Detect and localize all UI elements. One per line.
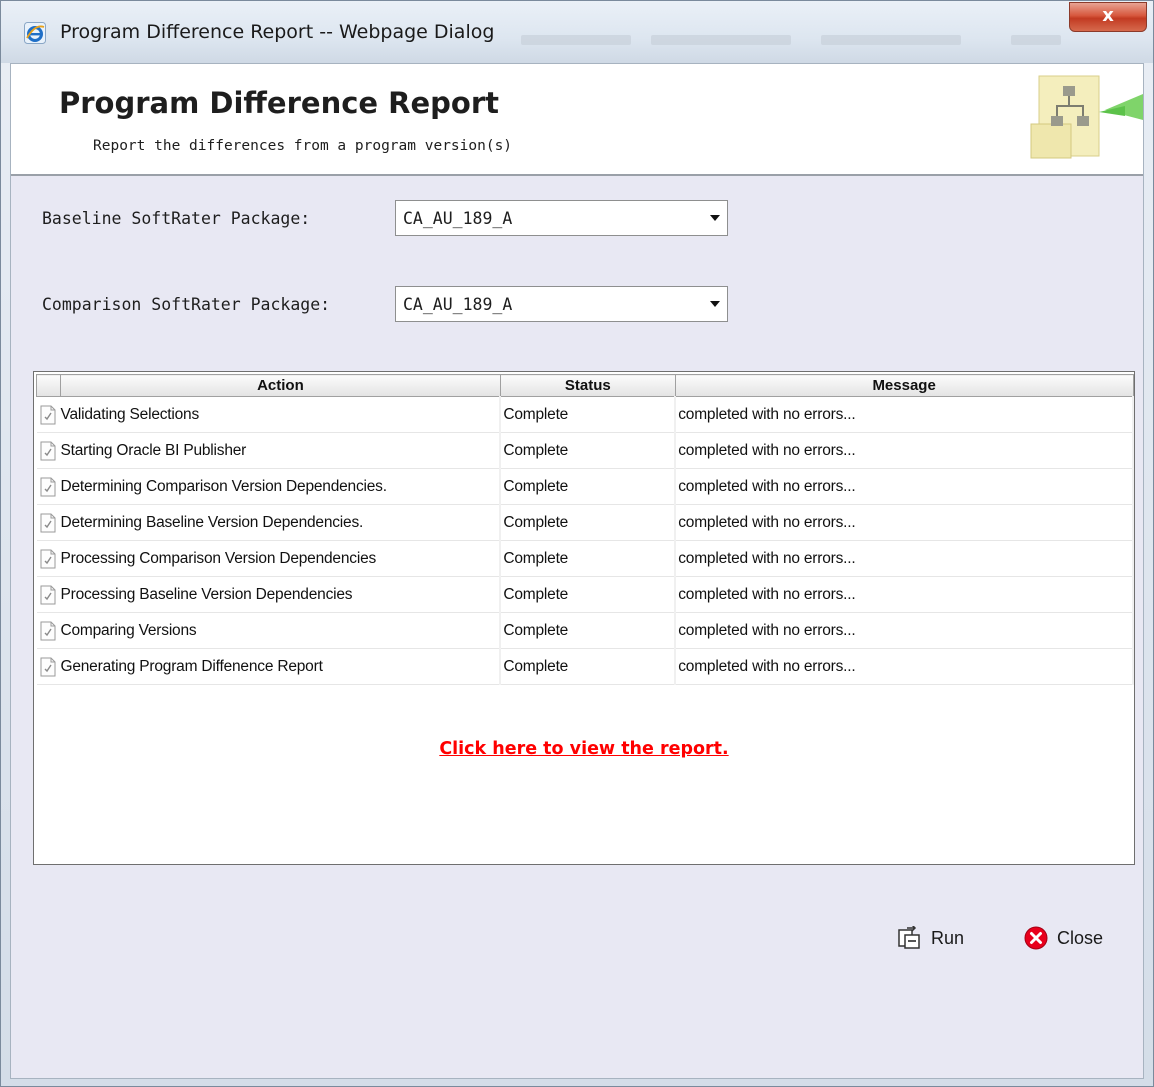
row-icon-cell (36, 432, 61, 469)
document-check-icon (40, 441, 56, 460)
status-cell: Complete (500, 612, 677, 649)
title-bar[interactable]: Program Difference Report -- Webpage Dia… (1, 1, 1153, 63)
internet-explorer-icon (24, 22, 46, 44)
status-cell: Complete (500, 648, 677, 685)
dropdown-arrow-icon[interactable] (703, 201, 727, 235)
document-check-icon (40, 621, 56, 640)
baseline-package-select[interactable]: CA_AU_189_A (395, 200, 728, 236)
dropdown-arrow-icon[interactable] (703, 287, 727, 321)
status-cell: Complete (500, 396, 677, 433)
message-cell: completed with no errors... (675, 432, 1134, 469)
background-blur (521, 35, 631, 45)
message-cell: completed with no errors... (675, 648, 1134, 685)
row-icon-cell (36, 504, 61, 541)
status-cell: Complete (500, 432, 677, 469)
row-icon-cell (36, 612, 61, 649)
table-row[interactable]: Validating Selections Complete completed w… (36, 396, 1134, 433)
action-cell: Determining Baseline Version Dependencie… (60, 504, 502, 541)
run-button[interactable]: Run (898, 926, 964, 950)
baseline-package-value: CA_AU_189_A (403, 209, 513, 228)
action-cell: Processing Baseline Version Dependencies (60, 576, 502, 613)
window-title: Program Difference Report -- Webpage Dia… (60, 21, 495, 43)
dialog-window: Program Difference Report -- Webpage Dia… (0, 0, 1154, 1087)
document-check-icon (40, 549, 56, 568)
comparison-package-value: CA_AU_189_A (403, 295, 513, 314)
status-cell: Complete (500, 504, 677, 541)
action-cell: Generating Program Diffenence Report (60, 648, 502, 685)
row-icon-cell (36, 540, 61, 577)
view-report-link[interactable]: Click here to view the report. (34, 739, 1134, 759)
page-subtitle: Report the differences from a program ve… (93, 138, 513, 154)
comparison-package-label: Comparison SoftRater Package: (42, 295, 331, 314)
document-check-icon (40, 477, 56, 496)
document-check-icon (40, 405, 56, 424)
column-header-status[interactable]: Status (499, 374, 676, 397)
column-header-action[interactable]: Action (59, 374, 501, 397)
action-cell: Starting Oracle BI Publisher (60, 432, 502, 469)
table-row[interactable]: Determining Comparison Version Dependenc… (36, 468, 1134, 505)
table-row[interactable]: Comparing Versions Complete completed with… (36, 612, 1134, 649)
document-check-icon (40, 513, 56, 532)
background-blur (821, 35, 961, 45)
table-row[interactable]: Processing Comparison Version Dependenci… (36, 540, 1134, 577)
table-row[interactable]: Determining Baseline Version Dependencie… (36, 504, 1134, 541)
table-row[interactable]: Processing Baseline Version Dependencies… (36, 576, 1134, 613)
comparison-package-select[interactable]: CA_AU_189_A (395, 286, 728, 322)
message-cell: completed with no errors... (675, 504, 1134, 541)
action-cell: Validating Selections (60, 396, 502, 433)
message-cell: completed with no errors... (675, 468, 1134, 505)
table-header-row: Action Status Message (36, 374, 1134, 397)
row-icon-cell (36, 396, 61, 433)
dialog-content: Program Difference Report Report the dif… (10, 63, 1144, 1079)
baseline-package-label: Baseline SoftRater Package: (42, 209, 311, 228)
action-cell: Determining Comparison Version Dependenc… (60, 468, 502, 505)
status-cell: Complete (500, 576, 677, 613)
report-header: Program Difference Report Report the dif… (11, 64, 1143, 176)
message-cell: completed with no errors... (675, 612, 1134, 649)
close-circle-icon (1024, 926, 1048, 950)
message-cell: completed with no errors... (675, 396, 1134, 433)
row-icon-cell (36, 468, 61, 505)
row-icon-cell (36, 648, 61, 685)
table-row[interactable]: Generating Program Diffenence Report Comp… (36, 648, 1134, 685)
window-close-button[interactable]: x (1069, 2, 1147, 32)
run-report-icon (898, 926, 922, 950)
column-header-icon (36, 374, 61, 397)
message-cell: completed with no errors... (675, 540, 1134, 577)
background-blur (1011, 35, 1061, 45)
close-button-label: Close (1057, 927, 1104, 948)
background-blur (651, 35, 791, 45)
hierarchy-diagram-icon (1030, 75, 1143, 159)
message-cell: completed with no errors... (675, 576, 1134, 613)
status-cell: Complete (500, 540, 677, 577)
table-body: Validating Selections Complete completed w… (36, 396, 1134, 685)
progress-panel: Action Status Message Validating Selecti… (33, 371, 1135, 865)
document-check-icon (40, 657, 56, 676)
status-cell: Complete (500, 468, 677, 505)
action-cell: Processing Comparison Version Dependenci… (60, 540, 502, 577)
close-button[interactable]: Close (1024, 926, 1103, 950)
progress-table: Action Status Message Validating Selecti… (36, 374, 1134, 685)
run-button-label: Run (931, 927, 965, 948)
row-icon-cell (36, 576, 61, 613)
action-cell: Comparing Versions (60, 612, 502, 649)
page-title: Program Difference Report (59, 86, 500, 120)
table-row[interactable]: Starting Oracle BI Publisher Complete comp… (36, 432, 1134, 469)
document-check-icon (40, 585, 56, 604)
column-header-message[interactable]: Message (674, 374, 1134, 397)
